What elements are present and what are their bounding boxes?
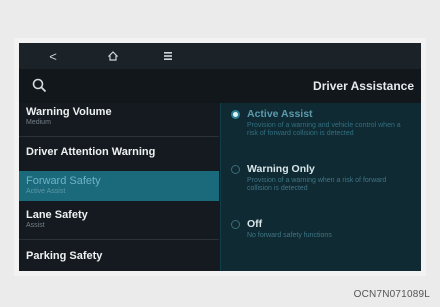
page-title: Driver Assistance (313, 79, 414, 93)
menu-item-forward-safety[interactable]: Forward Safety Active Assist (19, 171, 219, 201)
settings-menu: Warning Volume Medium Driver Attention W… (19, 103, 219, 271)
menu-icon[interactable] (157, 46, 179, 66)
top-nav-bar: < (19, 43, 421, 69)
menu-item-parking-safety[interactable]: Parking Safety (19, 250, 219, 270)
home-icon[interactable] (102, 46, 124, 66)
option-title: Warning Only (247, 163, 315, 175)
menu-item-value: Medium (26, 119, 51, 126)
option-off[interactable]: Off No forward safety functions (231, 218, 416, 248)
figure-code: OCN7N071089L (353, 289, 430, 300)
back-icon[interactable]: < (42, 46, 64, 66)
menu-item-label: Driver Attention Warning (26, 146, 156, 158)
radio-unchecked-icon[interactable] (231, 165, 240, 174)
option-description: No forward safety functions (247, 232, 332, 239)
option-description: Provision of a warning and vehicle contr… (247, 122, 401, 137)
radio-checked-icon[interactable] (231, 110, 240, 119)
menu-item-driver-attention-warning[interactable]: Driver Attention Warning (19, 146, 219, 168)
infotainment-screen: < Driver Assistance Warning Volume Mediu… (19, 43, 421, 271)
search-icon[interactable] (31, 77, 49, 95)
menu-item-value: Assist (26, 222, 45, 229)
option-active-assist[interactable]: Active Assist Provision of a warning and… (231, 108, 416, 152)
divider (19, 136, 219, 137)
menu-item-label: Lane Safety (26, 209, 88, 221)
screen-header: Driver Assistance (19, 69, 421, 103)
menu-item-label: Forward Safety (26, 175, 101, 187)
option-title: Active Assist (247, 108, 313, 120)
radio-unchecked-icon[interactable] (231, 220, 240, 229)
menu-item-warning-volume[interactable]: Warning Volume Medium (19, 106, 219, 134)
menu-item-label: Parking Safety (26, 250, 103, 262)
divider (19, 239, 219, 240)
menu-item-value: Active Assist (26, 188, 66, 195)
option-title: Off (247, 218, 263, 230)
menu-item-label: Warning Volume (26, 106, 112, 118)
menu-item-lane-safety[interactable]: Lane Safety Assist (19, 209, 219, 237)
option-description: Provision of a warning when a risk of fo… (247, 177, 387, 192)
options-panel: Active Assist Provision of a warning and… (220, 103, 421, 271)
option-warning-only[interactable]: Warning Only Provision of a warning when… (231, 163, 416, 207)
